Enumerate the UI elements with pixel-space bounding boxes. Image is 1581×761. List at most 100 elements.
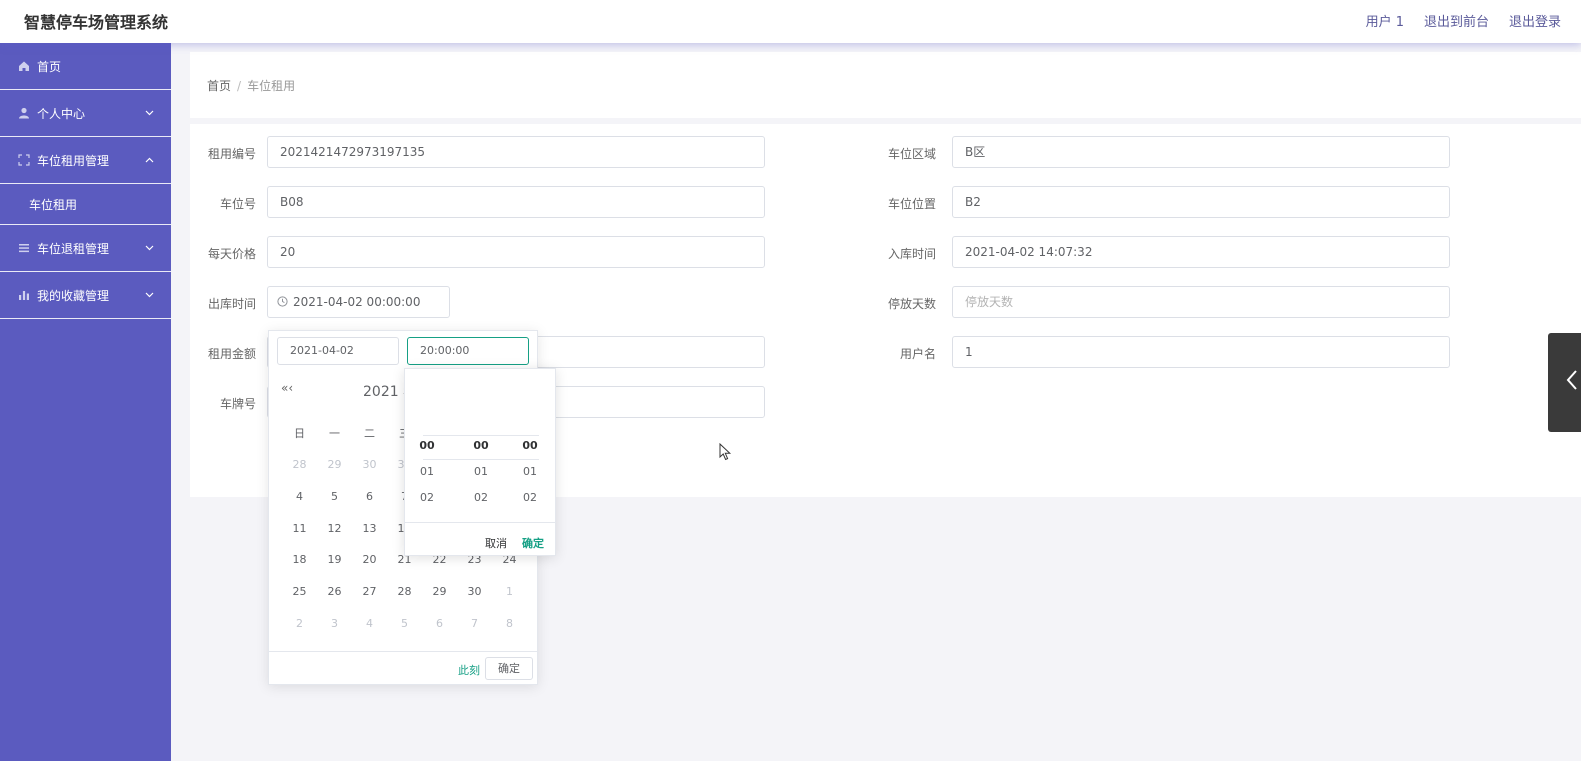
out-time-field[interactable]: 2021-04-02 00:00:00 [267,286,450,318]
calendar-row: 25 26 27 28 29 30 1 [282,585,527,598]
time-panel-footer: 取消 确定 [405,522,555,556]
prev-year-month-buttons[interactable]: «‹ [281,381,293,395]
second-option[interactable]: 02 [510,491,550,517]
rent-no-field[interactable]: 2021421472973197135 [267,136,765,168]
out-time-label: 出库时间 [207,297,256,311]
breadcrumb: 首页 / 车位租用 [207,77,295,94]
calendar-day[interactable]: 29 [317,458,352,471]
calendar-day[interactable]: 27 [352,585,387,598]
sidebar-item-return-management[interactable]: 车位退租管理 [0,225,171,272]
sidebar-item-rent[interactable]: 车位租用 [0,184,171,225]
in-time-field[interactable]: 2021-04-02 14:07:32 [952,236,1450,268]
breadcrumb-home[interactable]: 首页 [207,79,231,93]
weekday-label: 一 [329,427,340,440]
calendar-day[interactable]: 11 [282,522,317,535]
sidebar-item-label: 车位租用管理 [37,153,110,168]
chevron-down-icon [145,108,154,119]
amount-label: 租用金额 [207,347,256,361]
calendar-day[interactable]: 25 [282,585,317,598]
area-label: 车位区域 [887,147,936,161]
sidebar-item-favorites-management[interactable]: 我的收藏管理 [0,272,171,319]
sidebar-item-label: 个人中心 [37,106,86,121]
minute-column[interactable]: 00 01 02 [461,439,501,517]
location-field[interactable]: B2 [952,186,1450,218]
calendar-day[interactable]: 18 [282,553,317,566]
hour-option[interactable]: 02 [407,491,447,517]
chevron-left-icon [1565,369,1579,397]
logout-link[interactable]: 退出登录 [1509,11,1561,30]
calendar-day[interactable]: 29 [422,585,457,598]
second-option[interactable]: 01 [510,465,550,491]
time-confirm-button[interactable]: 确定 [522,535,544,551]
calendar-day[interactable]: 19 [317,553,352,566]
calendar-day[interactable]: 13 [352,522,387,535]
list-icon [17,242,30,255]
side-toggle-tab[interactable] [1548,333,1581,432]
hour-option[interactable]: 01 [407,465,447,491]
now-button[interactable]: 此刻 [458,662,480,678]
scan-icon [17,154,30,167]
home-icon [17,60,30,73]
calendar-day[interactable]: 6 [352,490,387,503]
breadcrumb-separator: / [237,79,242,93]
time-spinner-panel: 00 01 02 00 01 02 00 01 02 取消 确定 [404,368,556,556]
days-field[interactable]: 停放天数 [952,286,1450,318]
minute-selected[interactable]: 00 [461,439,501,465]
calendar-day[interactable]: 4 [282,490,317,503]
out-time-value: 2021-04-02 00:00:00 [293,295,421,309]
calendar-day[interactable]: 20 [352,553,387,566]
second-selected[interactable]: 00 [510,439,550,465]
sidebar-item-label: 首页 [37,59,62,74]
bar-chart-icon [17,289,30,302]
days-label: 停放天数 [887,297,936,311]
weekday-label: 日 [294,427,305,440]
calendar-day[interactable]: 6 [422,617,457,630]
spinner-top-divider [423,435,539,436]
weekday-label: 二 [364,427,375,440]
calendar-day[interactable]: 3 [317,617,352,630]
mouse-cursor-icon [719,442,732,464]
picker-date-input[interactable]: 2021-04-02 [277,337,399,365]
price-field[interactable]: 20 [267,236,765,268]
second-column[interactable]: 00 01 02 [510,439,550,517]
sidebar-item-personal-center[interactable]: 个人中心 [0,90,171,137]
calendar-row: 2 3 4 5 6 7 8 [282,617,527,630]
calendar-day[interactable]: 28 [387,585,422,598]
calendar-day[interactable]: 7 [457,617,492,630]
user-icon [17,107,30,120]
spot-no-field[interactable]: B08 [267,186,765,218]
picker-time-input[interactable]: 20:00:00 [407,337,529,365]
chevron-down-icon [145,243,154,254]
breadcrumb-card: 首页 / 车位租用 [190,52,1581,118]
hour-column[interactable]: 00 01 02 [407,439,447,517]
minute-option[interactable]: 02 [461,491,501,517]
back-to-front-link[interactable]: 退出到前台 [1424,11,1489,30]
sidebar-item-home[interactable]: 首页 [0,43,171,90]
calendar-day[interactable]: 12 [317,522,352,535]
sidebar-item-rent-management[interactable]: 车位租用管理 [0,137,171,184]
calendar-day[interactable]: 28 [282,458,317,471]
picker-confirm-button[interactable]: 确定 [485,657,533,680]
picker-footer: 此刻 确定 [269,651,537,685]
time-cancel-button[interactable]: 取消 [485,535,507,551]
calendar-day[interactable]: 1 [492,585,527,598]
calendar-day[interactable]: 30 [352,458,387,471]
top-header: 智慧停车场管理系统 用户 1 退出到前台 退出登录 [0,0,1581,43]
user-menu-link[interactable]: 用户 1 [1366,11,1404,30]
area-field[interactable]: B区 [952,136,1450,168]
calendar-day[interactable]: 26 [317,585,352,598]
app-title: 智慧停车场管理系统 [24,13,169,32]
chevron-up-icon [145,155,154,166]
rent-no-label: 租用编号 [207,147,256,161]
minute-option[interactable]: 01 [461,465,501,491]
calendar-day[interactable]: 4 [352,617,387,630]
calendar-day[interactable]: 5 [317,490,352,503]
hour-selected[interactable]: 00 [407,439,447,465]
calendar-day[interactable]: 8 [492,617,527,630]
spot-no-label: 车位号 [219,197,256,211]
username-field[interactable]: 1 [952,336,1450,368]
calendar-day[interactable]: 5 [387,617,422,630]
calendar-day[interactable]: 30 [457,585,492,598]
calendar-day[interactable]: 2 [282,617,317,630]
chevron-down-icon [145,290,154,301]
